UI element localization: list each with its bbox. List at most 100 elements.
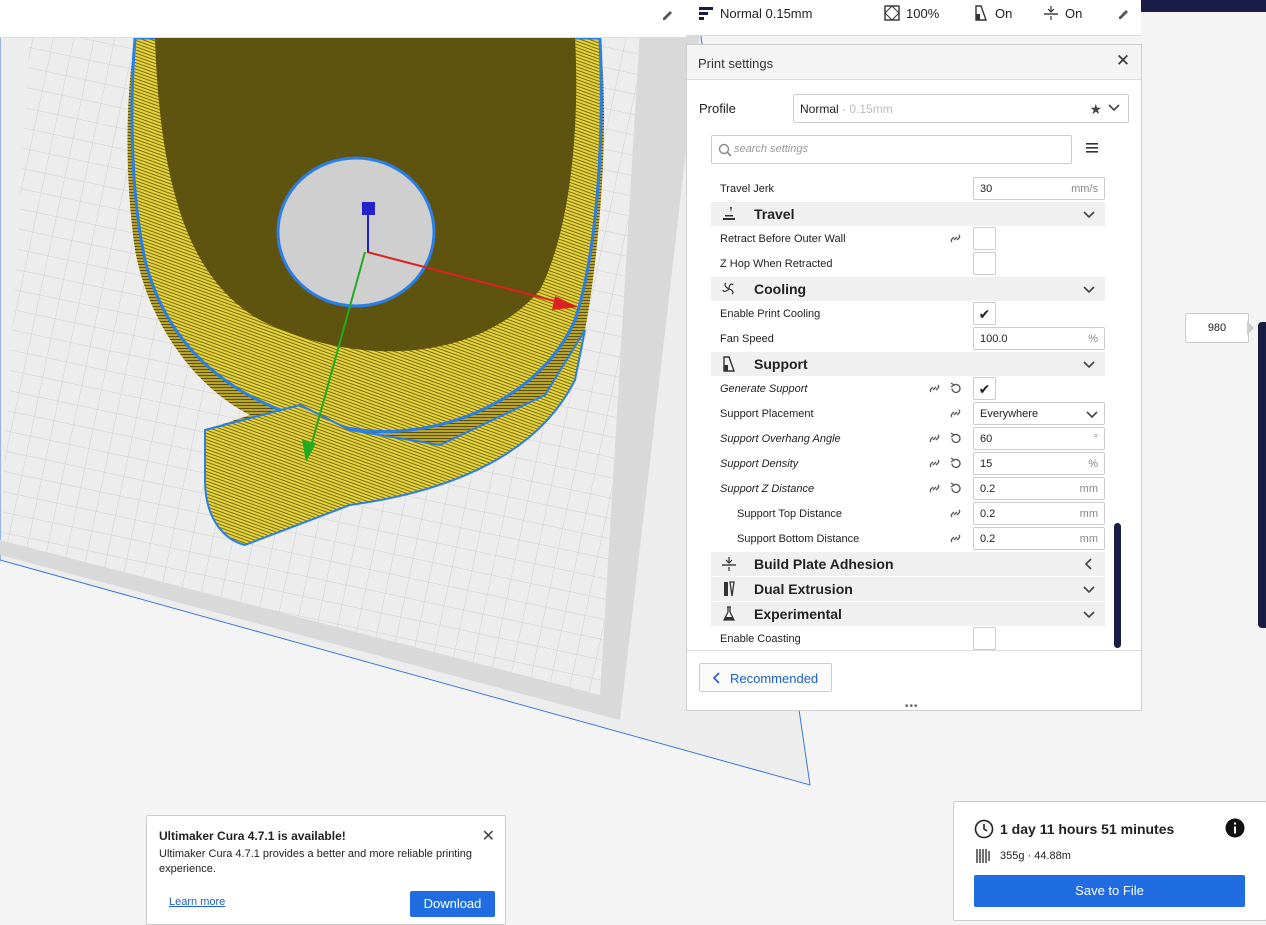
setting-fan-speed: Fan Speed 100.0%: [711, 326, 1105, 351]
notification-body: Ultimaker Cura 4.7.1 provides a better a…: [159, 848, 473, 875]
link-icon[interactable]: [928, 457, 941, 470]
setting-support-bottom-distance: Support Bottom Distance 0.2 mm: [711, 526, 1105, 551]
category-experimental[interactable]: Experimental: [711, 602, 1105, 626]
profile-summary[interactable]: Normal 0.15mm: [698, 0, 812, 26]
settings-scrollbar[interactable]: [1114, 523, 1121, 648]
flask-icon: [722, 606, 736, 621]
setting-retract-before-outer-wall: Retract Before Outer Wall: [711, 226, 1105, 251]
support-summary-label: On: [995, 5, 1013, 21]
profile-label: Profile: [699, 101, 736, 116]
reset-icon[interactable]: [949, 432, 962, 445]
travel-jerk-input[interactable]: 30 mm/s: [973, 177, 1105, 200]
adhesion-icon: [1044, 6, 1058, 20]
generate-support-checkbox[interactable]: ✔: [973, 377, 996, 400]
recommended-button[interactable]: Recommended: [699, 663, 832, 692]
profile-name: Normal: [800, 102, 839, 116]
support-icon: [723, 356, 735, 372]
category-travel[interactable]: Travel: [711, 202, 1105, 226]
support-summary[interactable]: On: [973, 0, 1012, 26]
save-to-file-button[interactable]: Save to File: [974, 875, 1245, 907]
reset-icon[interactable]: [949, 457, 962, 470]
layer-pointer: [1247, 321, 1254, 335]
link-icon[interactable]: [949, 232, 962, 245]
adhesion-summary-label: On: [1065, 5, 1083, 21]
stage-header: [0, 0, 686, 38]
enable-print-cooling-checkbox[interactable]: ✔: [973, 302, 996, 325]
print-setup-summary[interactable]: Normal 0.15mm 100% On On: [686, 0, 1141, 36]
support-icon: [975, 5, 987, 21]
print-time: 1 day 11 hours 51 minutes: [1000, 821, 1175, 837]
menu-icon[interactable]: [1085, 141, 1099, 155]
fan-icon: [722, 282, 734, 295]
chevron-left-icon: [712, 672, 720, 684]
adhesion-icon: [722, 557, 736, 571]
setting-z-hop-when-retracted: Z Hop When Retracted: [711, 251, 1105, 276]
resize-handle-icon[interactable]: •••: [905, 701, 919, 712]
close-icon[interactable]: ✕: [1115, 52, 1131, 69]
support-z-distance-input[interactable]: 0.2 mm: [973, 477, 1105, 500]
support-bottom-distance-input[interactable]: 0.2 mm: [973, 527, 1105, 550]
link-icon[interactable]: [928, 432, 941, 445]
print-settings-panel: Print settings ✕ Profile Normal - 0.15mm…: [686, 44, 1142, 712]
reset-icon[interactable]: [949, 482, 962, 495]
setting-support-density: Support Density 15%: [711, 451, 1105, 476]
chevron-left-icon: [1084, 558, 1092, 570]
filament-icon: [976, 849, 990, 863]
layer-height-icon: [699, 7, 713, 20]
profile-summary-label: Normal 0.15mm: [720, 5, 813, 21]
layer-number-input[interactable]: 980: [1185, 313, 1249, 343]
search-placeholder: search settings: [734, 143, 808, 155]
update-notification: Ultimaker Cura 4.7.1 is available! Ultim…: [146, 815, 506, 925]
enable-coasting-checkbox[interactable]: [973, 627, 996, 650]
category-support[interactable]: Support: [711, 352, 1105, 376]
reset-icon[interactable]: [949, 382, 962, 395]
z-hop-checkbox[interactable]: [973, 252, 996, 275]
print-estimate-panel: 1 day 11 hours 51 minutes 355g · 44.88m …: [953, 801, 1266, 921]
setting-support-z-distance: Support Z Distance 0.2 mm: [711, 476, 1105, 501]
profile-layer-height: - 0.15mm: [838, 102, 893, 116]
setting-support-top-distance: Support Top Distance 0.2 mm: [711, 501, 1105, 526]
setting-enable-print-cooling: Enable Print Cooling ✔: [711, 301, 1105, 326]
pencil-icon[interactable]: [1116, 5, 1132, 21]
chevron-down-icon: [1083, 611, 1095, 619]
dual-extrusion-icon: [724, 581, 735, 597]
support-overhang-angle-input[interactable]: 60 °: [973, 427, 1105, 450]
category-build-plate-adhesion[interactable]: Build Plate Adhesion: [711, 552, 1105, 576]
clock-icon: [974, 819, 994, 839]
chevron-down-icon: [1108, 104, 1120, 112]
profile-dropdown[interactable]: Normal - 0.15mm ★: [793, 94, 1129, 123]
pencil-icon[interactable]: [660, 6, 676, 22]
link-icon[interactable]: [949, 532, 962, 545]
setting-generate-support: Generate Support ✔: [711, 376, 1105, 401]
fan-speed-input[interactable]: 100.0%: [973, 327, 1105, 350]
setting-enable-coasting: Enable Coasting: [711, 626, 1105, 651]
download-button[interactable]: Download: [410, 891, 495, 917]
support-density-input[interactable]: 15%: [973, 452, 1105, 475]
star-icon[interactable]: ★: [1089, 101, 1102, 118]
link-icon[interactable]: [928, 382, 941, 395]
infill-summary[interactable]: 100%: [884, 0, 939, 26]
support-top-distance-input[interactable]: 0.2 mm: [973, 502, 1105, 525]
info-icon[interactable]: [1225, 818, 1245, 838]
chevron-down-icon: [1083, 286, 1095, 294]
category-dual-extrusion[interactable]: Dual Extrusion: [711, 577, 1105, 601]
layer-slider[interactable]: [1258, 322, 1266, 628]
close-icon[interactable]: ✕: [482, 826, 495, 846]
adhesion-summary[interactable]: On: [1043, 0, 1082, 26]
link-icon[interactable]: [949, 507, 962, 520]
material-estimate: 355g · 44.88m: [1000, 850, 1071, 862]
search-input[interactable]: search settings: [711, 135, 1072, 164]
travel-icon: [723, 207, 735, 220]
support-placement-dropdown[interactable]: Everywhere: [973, 402, 1105, 425]
category-cooling[interactable]: Cooling: [711, 277, 1105, 301]
notification-title: Ultimaker Cura 4.7.1 is available!: [159, 829, 346, 843]
retract-before-outer-wall-checkbox[interactable]: [973, 227, 996, 250]
panel-title: Print settings: [687, 45, 1141, 80]
infill-summary-label: 100%: [906, 5, 940, 21]
infill-icon: [884, 5, 900, 21]
link-icon[interactable]: [949, 407, 962, 420]
header-accent-bar: [1141, 0, 1266, 12]
learn-more-link[interactable]: Learn more: [169, 896, 225, 908]
link-icon[interactable]: [928, 482, 941, 495]
search-icon: [718, 143, 732, 157]
